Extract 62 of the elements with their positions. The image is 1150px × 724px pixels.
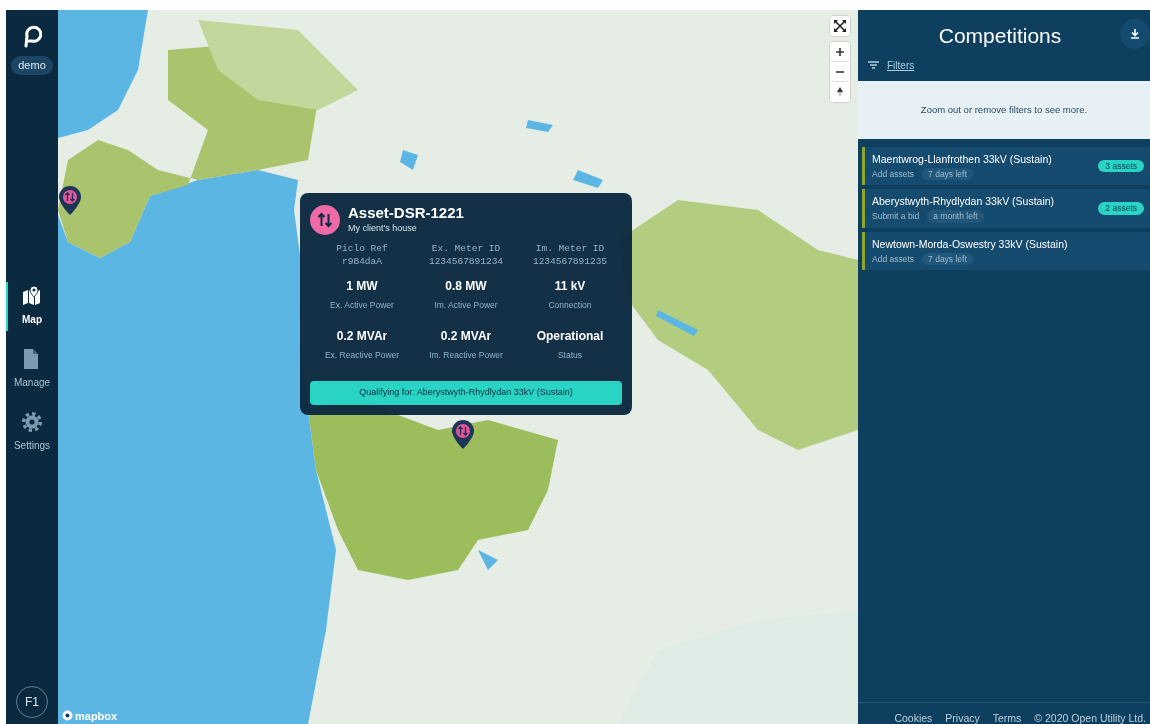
download-button[interactable] [1120, 19, 1150, 49]
stat-label: Im. Reactive Power [428, 349, 504, 363]
notice-message: Zoom out or remove filters to see more. [858, 80, 1150, 139]
stat-label: Ex. Reactive Power [323, 349, 401, 363]
mapbox-logo-icon [62, 710, 73, 722]
stat-label: Ex. Active Power [329, 298, 395, 312]
id-label: Piclo Ref [335, 243, 389, 256]
id-value: 1234567891235 [531, 255, 609, 269]
competition-item[interactable]: Maentwrog-Llanfrothen 33kV (Sustain) Add assets 7 days left 3 assets [862, 146, 1150, 186]
competition-name: Maentwrog-Llanfrothen 33kV (Sustain) [872, 151, 1053, 167]
time-left-badge: 7 days left [922, 252, 973, 266]
competition-name: Newtown-Morda-Oswestry 33kV (Sustain) [872, 236, 1069, 252]
stat-value: 0.2 MVAr [335, 328, 389, 346]
competition-action: Add assets [872, 252, 915, 266]
nav-item[interactable]: Manage [6, 342, 58, 396]
map-logo: mapbox [75, 708, 118, 724]
competition-action: Add assets [872, 167, 915, 181]
map-pin-icon [22, 285, 42, 306]
id-value: 1234567891234 [427, 255, 505, 269]
asset-icon [310, 205, 340, 235]
logo-icon[interactable] [22, 24, 42, 50]
qualifying-button[interactable]: Qualifying for: Aberystwyth-Rhydlydan 33kV (Sustain) [310, 381, 622, 405]
asset-title: Asset-DSR-1221 [348, 205, 464, 222]
time-left-badge: 7 days left [922, 167, 973, 181]
competition-item[interactable]: Newtown-Morda-Oswestry 33kV (Sustain) Add assets 7 days left [862, 231, 1150, 271]
map-marker-icon[interactable] [58, 185, 82, 216]
competition-action: Submit a bid [872, 210, 920, 223]
expand-icon [834, 20, 846, 32]
footer-link[interactable]: Cookies [894, 711, 933, 724]
id-label: Im. Meter ID [534, 243, 606, 256]
assets-badge: 2 assets [1098, 202, 1144, 215]
competition-name: Aberystwyth-Rhydlydan 33kV (Sustain) [872, 194, 1056, 210]
stat-value: Operational [535, 328, 605, 346]
environment-badge: demo [11, 56, 53, 75]
nav-item[interactable]: Settings [6, 405, 58, 459]
assets-badge: 3 assets [1098, 159, 1144, 173]
stat-value: 1 MW [345, 277, 379, 295]
plus-icon [835, 46, 845, 57]
compass-icon [835, 87, 845, 97]
stat-value: 11 kV [553, 277, 587, 295]
footer-link[interactable]: Privacy [945, 711, 980, 724]
copyright-text: © 2020 Open Utility Ltd. [1034, 711, 1146, 724]
gear-icon [22, 411, 42, 432]
competition-item[interactable]: Aberystwyth-Rhydlydan 33kV (Sustain) Submit a bid a month left 2 assets [862, 189, 1150, 228]
id-label: Ex. Meter ID [430, 243, 502, 256]
filters-link[interactable]: Filters [887, 57, 915, 73]
download-icon [1130, 29, 1140, 39]
fullscreen-button[interactable] [830, 16, 850, 36]
map-marker-icon[interactable] [451, 419, 475, 450]
id-value: r9B4daA [341, 255, 383, 269]
time-left-badge: a month left [927, 210, 984, 223]
zoom-in-button[interactable] [830, 42, 850, 62]
stat-value: 0.8 MW [444, 277, 488, 295]
asset-subtitle: My client's house [348, 221, 418, 235]
filter-icon [868, 61, 879, 69]
nav-item[interactable]: Map [6, 279, 58, 333]
footer-link[interactable]: Terms [992, 711, 1022, 724]
stat-label: Connection [547, 298, 593, 312]
stat-label: Im. Active Power [433, 298, 499, 312]
panel-title: Competitions [938, 23, 1062, 49]
stat-label: Status [556, 349, 584, 363]
stat-value: 0.2 MVAr [439, 328, 493, 346]
